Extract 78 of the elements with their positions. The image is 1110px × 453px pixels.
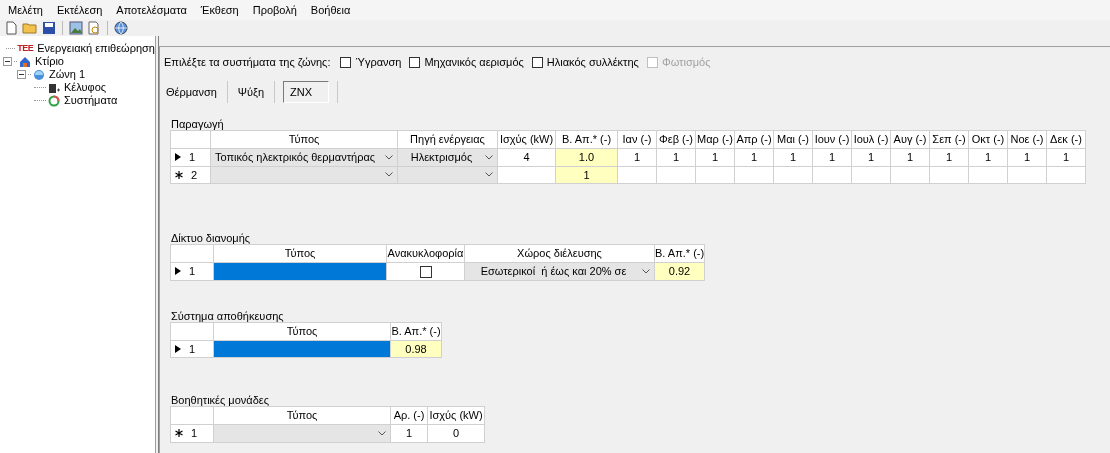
row-pointer-icon (175, 267, 181, 276)
prompt-label: Επιλέξτε τα συστήματα της ζώνης: (164, 54, 331, 70)
section-title: Βοηθητικές μονάδες (170, 393, 270, 406)
column-header: Ισχύς (kW) (497, 130, 556, 149)
section-title: Παραγωγή (170, 117, 225, 130)
column-header: Χώρος διέλευσης (464, 244, 655, 263)
column-header: Μαι (-) (773, 130, 813, 149)
house-icon (19, 55, 31, 68)
chevron-icon (378, 430, 386, 436)
column-header: Τύπος (213, 322, 391, 340)
column-header: Ιουν (-) (812, 130, 852, 149)
checkbox[interactable] (340, 56, 352, 68)
column-header: Τύπος (210, 130, 398, 149)
ring-icon (48, 94, 60, 107)
checkbox[interactable] (419, 266, 432, 279)
wall-icon (48, 81, 60, 94)
checkbox-label: Φωτισμός (661, 54, 711, 70)
header-cell (170, 322, 214, 340)
column-header: Ισχύς (kW) (427, 406, 485, 425)
column-header: Β. Απ.* (-) (555, 130, 618, 149)
row-pointer-icon (175, 344, 181, 353)
asterisk-icon (175, 429, 183, 438)
column-header: Σεπ (-) (929, 130, 969, 149)
column-header: Ανακυκλοφορία (386, 244, 465, 263)
image-icon[interactable] (69, 21, 83, 35)
header-cell (170, 244, 214, 263)
print-preview-icon[interactable] (87, 21, 101, 35)
section-title: Σύστημα αποθήκευσης (170, 308, 285, 322)
sphere-icon (33, 68, 45, 81)
column-header: Δεκ (-) (1046, 130, 1086, 149)
column-header: Νοε (-) (1007, 130, 1047, 149)
globe-icon[interactable] (114, 21, 128, 35)
collapse-icon[interactable] (3, 57, 12, 66)
collapse-icon[interactable] (17, 70, 26, 79)
tab[interactable]: ZNX (283, 81, 330, 103)
section-title: Δίκτυο διανομής (170, 231, 252, 244)
checkbox-label: Ηλιακός συλλέκτης (546, 54, 639, 70)
menu-item[interactable]: Εκτέλεση (56, 1, 103, 19)
row-pointer-icon (175, 153, 181, 162)
checkbox-label: Μηχανικός αερισμός (424, 54, 524, 70)
header-cell (170, 130, 211, 149)
chevron-icon (642, 268, 650, 274)
row-number: 1 (189, 341, 196, 357)
column-header: Οκτ (-) (968, 130, 1008, 149)
menu-item[interactable]: Προβολή (252, 1, 297, 19)
chevron-icon (385, 172, 393, 178)
column-header: Μαρ (-) (695, 130, 735, 149)
chevron-icon (485, 154, 493, 160)
column-header: Τύπος (213, 244, 387, 263)
asterisk-icon (175, 170, 183, 179)
save-icon[interactable] (42, 21, 56, 35)
chevron-icon (485, 172, 493, 178)
logo-text: ΤΕΕ (17, 41, 34, 55)
column-header: Απρ (-) (734, 130, 774, 149)
menu-item[interactable]: Βοήθεια (310, 1, 351, 19)
column-header: Πηγή ενέργειας (397, 130, 498, 149)
column-header: Ιαν (-) (617, 130, 657, 149)
column-header: Β. Απ.* (-) (654, 244, 705, 263)
checkbox[interactable] (409, 56, 421, 68)
header-cell (170, 406, 214, 425)
column-header: Τύπος (213, 406, 391, 425)
column-header: Β. Απ.* (-) (390, 322, 442, 340)
menu-item[interactable]: Έκθεση (200, 1, 239, 19)
row-number: 1 (189, 150, 196, 165)
checkbox-label: Ύγρανση (355, 54, 402, 70)
column-header: Αρ. (-) (390, 406, 428, 425)
chevron-icon (385, 154, 393, 160)
row-number: 2 (191, 167, 198, 183)
column-header: Αυγ (-) (890, 130, 930, 149)
row-number: 1 (189, 264, 196, 279)
row-number: 1 (191, 426, 198, 441)
tab[interactable]: Θέρμανση (164, 81, 219, 103)
menu-item[interactable]: Μελέτη (8, 1, 43, 19)
column-header: Ιουλ (-) (851, 130, 891, 149)
tab[interactable]: Ψύξη (235, 81, 267, 103)
checkbox[interactable] (531, 56, 543, 68)
column-header: Φεβ (-) (656, 130, 696, 149)
menu-item[interactable]: Αποτελέσματα (116, 1, 187, 19)
